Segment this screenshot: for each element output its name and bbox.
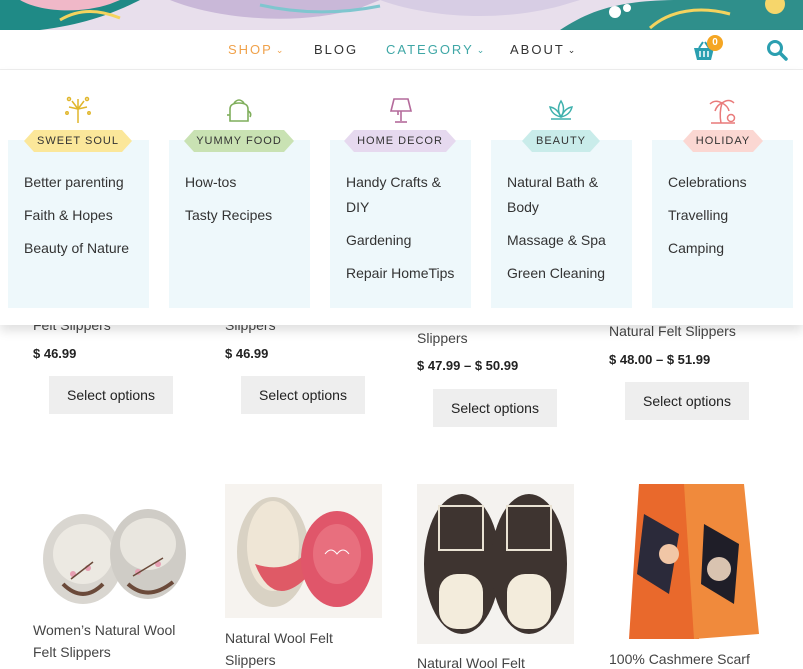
product-price: $ 48.00 – $ 51.99 xyxy=(609,352,711,367)
product-name[interactable]: Slippers xyxy=(417,327,468,349)
product-name[interactable]: Natural Wool Felt xyxy=(225,627,333,649)
nav-about[interactable]: ABOUT ⌄ xyxy=(510,42,575,57)
menu-link[interactable]: Tasty Recipes xyxy=(185,203,272,228)
nav-category[interactable]: CATEGORY ⌄ xyxy=(386,42,484,57)
fireworks-icon xyxy=(65,96,91,123)
mega-links-yummy-food: How-tos Tasty Recipes xyxy=(185,170,272,236)
mega-column-title: BEAUTY xyxy=(535,135,586,147)
chevron-down-icon: ⌄ xyxy=(275,45,284,55)
kettle-icon xyxy=(227,99,252,122)
nav-blog[interactable]: BLOG xyxy=(314,42,358,57)
mega-column-title: HOME DECOR xyxy=(357,135,443,147)
product-price: $ 47.99 – $ 50.99 xyxy=(417,358,519,373)
product-image-red-slippers[interactable] xyxy=(225,484,382,618)
menu-link[interactable]: Gardening xyxy=(346,228,454,253)
menu-link[interactable]: Green Cleaning xyxy=(507,261,606,286)
cart-button[interactable]: 0 xyxy=(693,35,727,63)
select-options-button[interactable]: Select options xyxy=(625,382,749,420)
mega-column-title: HOLIDAY xyxy=(695,135,751,147)
lamp-icon xyxy=(389,98,413,123)
menu-link[interactable]: Camping xyxy=(668,236,747,261)
product-image-brown-slippers[interactable] xyxy=(417,484,574,644)
ribbon-sweet-soul[interactable]: SWEET SOUL xyxy=(24,130,132,152)
menu-link[interactable]: Celebrations xyxy=(668,170,747,195)
product-price: $ 46.99 xyxy=(225,346,269,361)
menu-link[interactable]: Travelling xyxy=(668,203,747,228)
ribbon-yummy-food[interactable]: YUMMY FOOD xyxy=(184,130,294,152)
menu-link[interactable]: Handy Crafts & xyxy=(346,170,454,195)
select-options-button[interactable]: Select options xyxy=(49,376,173,414)
mega-links-beauty: Natural Bath & Body Massage & Spa Green … xyxy=(507,170,606,294)
product-image-cashmere-scarf[interactable] xyxy=(609,484,765,639)
chevron-down-icon: ⌄ xyxy=(476,45,485,55)
lotus-icon xyxy=(549,99,573,120)
ribbon-beauty[interactable]: BEAUTY xyxy=(522,130,600,152)
menu-link[interactable]: Beauty of Nature xyxy=(24,236,129,261)
product-name[interactable]: Natural Wool Felt xyxy=(417,652,525,669)
menu-link[interactable]: Massage & Spa xyxy=(507,228,606,253)
ribbon-holiday[interactable]: HOLIDAY xyxy=(683,130,763,152)
menu-link[interactable]: Repair HomeTips xyxy=(346,261,454,286)
mega-links-holiday: Celebrations Travelling Camping xyxy=(668,170,747,269)
product-price: $ 46.99 xyxy=(33,346,77,361)
nav-shop[interactable]: SHOP ⌄ xyxy=(228,42,283,57)
chevron-down-icon: ⌄ xyxy=(567,45,576,55)
menu-link[interactable]: Natural Bath & xyxy=(507,170,606,195)
nav-about-label: ABOUT xyxy=(510,42,565,57)
mega-links-home-decor: Handy Crafts & DIY Gardening Repair Home… xyxy=(346,170,454,294)
palm-tree-icon xyxy=(709,99,736,124)
menu-link[interactable]: Faith & Hopes xyxy=(24,203,129,228)
mega-column-title: SWEET SOUL xyxy=(37,135,119,147)
search-button[interactable] xyxy=(766,39,788,61)
select-options-button[interactable]: Select options xyxy=(241,376,365,414)
main-navigation: SHOP ⌄ BLOG CATEGORY ⌄ ABOUT ⌄ xyxy=(0,30,803,70)
decorative-header-banner xyxy=(0,0,803,30)
mega-links-sweet-soul: Better parenting Faith & Hopes Beauty of… xyxy=(24,170,129,269)
mega-column-title: YUMMY FOOD xyxy=(196,135,282,147)
product-name-line2[interactable]: Slippers xyxy=(225,649,276,669)
product-name[interactable]: 100% Cashmere Scarf xyxy=(609,648,750,669)
nav-blog-label: BLOG xyxy=(314,42,359,57)
menu-link[interactable]: Better parenting xyxy=(24,170,129,195)
ribbon-home-decor[interactable]: HOME DECOR xyxy=(344,130,456,152)
nav-shop-label: SHOP xyxy=(228,42,273,57)
menu-link[interactable]: Body xyxy=(507,195,606,220)
nav-category-label: CATEGORY xyxy=(386,42,474,57)
select-options-button[interactable]: Select options xyxy=(433,389,557,427)
cart-count-badge: 0 xyxy=(707,35,723,51)
product-name[interactable]: Women’s Natural Wool xyxy=(33,619,175,641)
product-image-grey-slippers[interactable] xyxy=(33,484,190,610)
menu-link[interactable]: How-tos xyxy=(185,170,272,195)
search-icon xyxy=(767,40,788,61)
category-mega-menu: SWEET SOUL Better parenting Faith & Hope… xyxy=(0,70,803,325)
product-name-line2[interactable]: Felt Slippers xyxy=(33,641,111,663)
menu-link[interactable]: DIY xyxy=(346,195,454,220)
